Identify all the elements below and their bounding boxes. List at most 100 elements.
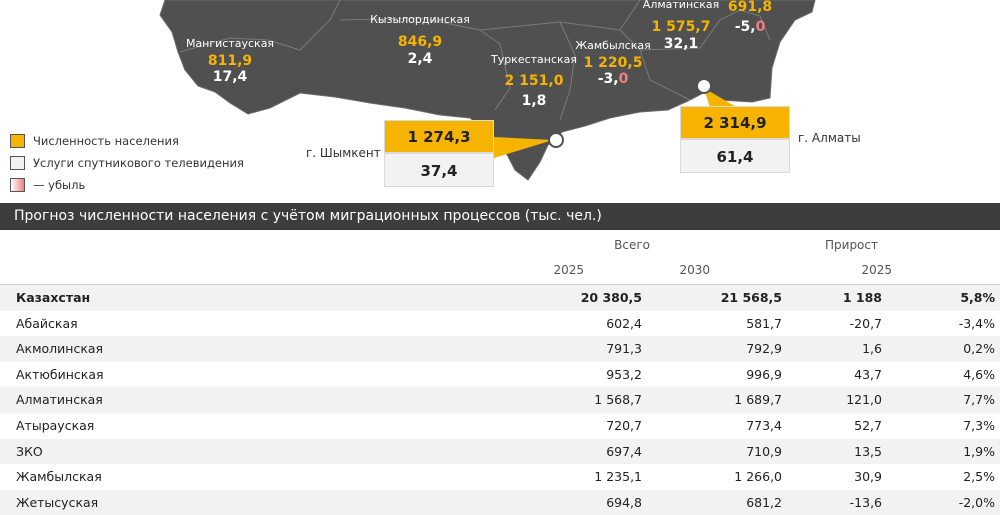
row-name: Алматинская: [16, 392, 103, 408]
row-name: ЗКО: [16, 443, 43, 459]
value-2025: 1 568,7: [594, 392, 642, 408]
city-box-almaty: 2 314,9 61,4: [680, 106, 790, 173]
region-population: 691,8: [727, 0, 773, 15]
region-population: 1 220,5: [583, 55, 643, 71]
legend-item-satellite: Услуги спутникового телевидения: [10, 152, 244, 174]
growth-percent: 7,3%: [963, 418, 995, 433]
growth-percent: -3,4%: [958, 315, 995, 331]
decline-digit: 0: [755, 19, 766, 35]
region-name: Туркестанская: [490, 53, 578, 66]
row-name: Жетысуская: [16, 494, 99, 510]
value-2030: 21 568,5: [720, 290, 782, 305]
value-2025: 20 380,5: [580, 290, 642, 305]
value-2030: 710,9: [746, 443, 782, 459]
header-year: 2025: [861, 263, 892, 277]
map-legend: Численность населения Услуги спутниковог…: [10, 130, 244, 196]
growth-value: -13,6: [849, 494, 882, 510]
growth-value: 121,0: [846, 392, 882, 408]
region-population: 2 151,0: [504, 73, 564, 89]
satellite-value: -3,0: [597, 71, 629, 87]
legend-label: — убыль: [33, 178, 86, 192]
city-name-shymkent: г. Шымкент: [306, 146, 381, 160]
growth-percent: 0,2%: [963, 341, 995, 357]
row-name: Атырауская: [16, 418, 95, 433]
header-group-total: Всего: [614, 238, 650, 252]
region-satellite: 1,8: [521, 93, 547, 109]
region-name: Жамбылская: [575, 39, 651, 52]
city-name-almaty: г. Алматы: [798, 131, 861, 145]
region-satellite: -3,0: [598, 72, 629, 86]
value-2030: 681,2: [746, 494, 782, 510]
value-2025: 720,7: [606, 418, 642, 433]
growth-value: 52,7: [854, 418, 882, 433]
value-2025: 697,4: [606, 443, 642, 459]
growth-percent: 7,7%: [963, 392, 995, 408]
growth-percent: 4,6%: [963, 366, 995, 382]
table-row: Жамбылская 1 235,1 1 266,0 30,9 2,5%: [0, 464, 1000, 490]
table-row: Абайская 602,4 581,7 -20,7 -3,4%: [0, 311, 1000, 337]
region-name: Алматинская: [642, 0, 720, 11]
region-satellite: 32,1: [663, 36, 699, 52]
region-satellite: -5,0: [734, 19, 766, 35]
legend-item-decline: — убыль: [10, 174, 244, 196]
value-2030: 581,7: [746, 315, 782, 331]
growth-percent: -2,0%: [958, 494, 995, 510]
value-2030: 792,9: [746, 341, 782, 357]
value-2030: 996,9: [746, 366, 782, 382]
table-row: Акмолинская 791,3 792,9 1,6 0,2%: [0, 336, 1000, 362]
growth-value: 13,5: [854, 443, 882, 459]
value-2025: 953,2: [606, 366, 642, 382]
city-satellite: 37,4: [384, 153, 494, 187]
value-2025: 602,4: [606, 315, 642, 331]
legend-swatch: [10, 134, 25, 148]
value-2025: 791,3: [606, 341, 642, 357]
region-population: 811,9: [207, 53, 253, 69]
growth-percent: 2,5%: [963, 469, 995, 485]
region-population: 1 575,7: [651, 19, 711, 35]
legend-swatch: [10, 178, 25, 192]
table-row: Алматинская 1 568,7 1 689,7 121,0 7,7%: [0, 387, 1000, 413]
growth-value: 30,9: [854, 469, 882, 485]
shymkent-marker: [548, 132, 564, 148]
table-row: Актюбинская 953,2 996,9 43,7 4,6%: [0, 362, 1000, 388]
growth-value: 43,7: [854, 366, 882, 382]
row-name: Акмолинская: [16, 341, 104, 357]
legend-label: Услуги спутникового телевидения: [33, 156, 244, 170]
table-row: Казахстан 20 380,5 21 568,5 1 188 5,8%: [0, 285, 1000, 311]
growth-value: -20,7: [849, 315, 882, 331]
region-name: Мангистауская: [185, 37, 275, 50]
value-2030: 1 689,7: [734, 392, 782, 408]
growth-percent: 5,8%: [960, 290, 995, 305]
row-name: Абайская: [16, 315, 78, 331]
header-year: 2030: [679, 263, 710, 277]
table-row: Атырауская 720,7 773,4 52,7 7,3%: [0, 413, 1000, 439]
growth-percent: 1,9%: [963, 443, 995, 459]
map-panel: Мангистауская 811,9 17,4 Кызылординская …: [0, 0, 1000, 203]
city-satellite: 61,4: [680, 139, 790, 173]
city-box-shymkent: 1 274,3 37,4: [384, 120, 494, 187]
legend-swatch: [10, 156, 25, 170]
header-group-growth: Прирост: [825, 238, 878, 252]
region-name: Кызылординская: [370, 13, 470, 26]
growth-value: 1 188: [842, 290, 882, 305]
row-name: Жамбылская: [16, 469, 102, 485]
city-population: 2 314,9: [680, 106, 790, 139]
row-name: Актюбинская: [16, 366, 104, 382]
row-name: Казахстан: [16, 290, 91, 305]
growth-value: 1,6: [862, 341, 882, 357]
almaty-marker: [696, 78, 712, 94]
table-row: ЗКО 697,4 710,9 13,5 1,9%: [0, 438, 1000, 465]
header-year: 2025: [553, 263, 584, 277]
region-satellite: 17,4: [212, 69, 248, 85]
decline-digit: 0: [618, 71, 629, 87]
legend-label: Численность населения: [33, 134, 179, 148]
table-row: Жетысуская 694,8 681,2 -13,6 -2,0%: [0, 489, 1000, 515]
value-2025: 1 235,1: [594, 469, 642, 485]
region-population: 846,9: [397, 34, 443, 50]
region-satellite: 2,4: [407, 51, 433, 67]
value-2030: 773,4: [746, 418, 782, 433]
value-2030: 1 266,0: [734, 469, 782, 485]
legend-item-population: Численность населения: [10, 130, 244, 152]
value-2025: 694,8: [606, 494, 642, 510]
city-population: 1 274,3: [384, 120, 494, 153]
